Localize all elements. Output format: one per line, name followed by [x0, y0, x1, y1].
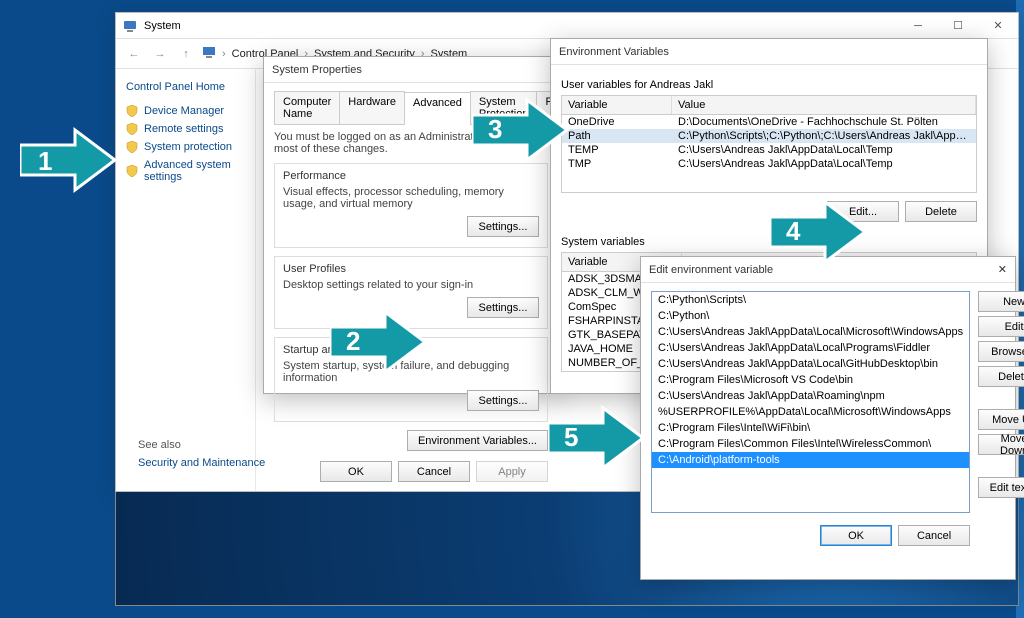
- sidebar-item-device-manager[interactable]: Device Manager: [126, 105, 245, 117]
- callout-arrow-5: 5: [548, 398, 648, 478]
- env-variables-button[interactable]: Environment Variables...: [407, 430, 548, 451]
- user-vars-list[interactable]: OneDriveD:\Documents\OneDrive - Fachhoch…: [561, 115, 977, 193]
- dialog-title: Environment Variables: [551, 39, 987, 65]
- shield-icon: [126, 123, 138, 135]
- sidebar-item-advanced-settings[interactable]: Advanced system settings: [126, 159, 245, 183]
- path-list[interactable]: C:\Python\Scripts\ C:\Python\ C:\Users\A…: [651, 291, 970, 513]
- list-item-selected: C:\Android\platform-tools: [652, 452, 969, 468]
- list-item: C:\Users\Andreas Jakl\AppData\Local\Prog…: [652, 340, 969, 356]
- apply-button[interactable]: Apply: [476, 461, 548, 482]
- new-button[interactable]: New: [978, 291, 1024, 312]
- profiles-settings-button[interactable]: Settings...: [467, 297, 539, 318]
- up-button[interactable]: ↑: [176, 44, 196, 64]
- list-row: OneDriveD:\Documents\OneDrive - Fachhoch…: [562, 115, 976, 129]
- group-performance: Performance Visual effects, processor sc…: [274, 163, 548, 248]
- cancel-button[interactable]: Cancel: [398, 461, 470, 482]
- list-row: TMPC:\Users\Andreas Jakl\AppData\Local\T…: [562, 157, 976, 171]
- list-row-selected: PathC:\Python\Scripts\;C:\Python\;C:\Use…: [562, 129, 976, 143]
- delete-button[interactable]: Delete: [978, 366, 1024, 387]
- see-also: See also Security and Maintenance: [138, 439, 265, 469]
- forward-button[interactable]: →: [150, 44, 170, 64]
- system-icon: [122, 18, 138, 34]
- ok-button[interactable]: OK: [320, 461, 392, 482]
- movedown-button[interactable]: Move Down: [978, 434, 1024, 455]
- moveup-button[interactable]: Move Up: [978, 409, 1024, 430]
- see-also-link[interactable]: Security and Maintenance: [138, 457, 265, 469]
- callout-arrow-3: 3: [472, 90, 572, 170]
- shield-icon: [126, 165, 138, 177]
- tab-hardware[interactable]: Hardware: [339, 91, 405, 124]
- sidebar: Control Panel Home Device Manager Remote…: [116, 69, 256, 491]
- list-item: %USERPROFILE%\AppData\Local\Microsoft\Wi…: [652, 404, 969, 420]
- maximize-button[interactable]: ☐: [938, 13, 978, 39]
- perf-settings-button[interactable]: Settings...: [467, 216, 539, 237]
- list-item: C:\Users\Andreas Jakl\AppData\Local\Micr…: [652, 324, 969, 340]
- sidebar-item-system-protection[interactable]: System protection: [126, 141, 245, 153]
- user-list-header[interactable]: Variable Value: [561, 95, 977, 115]
- sidebar-home[interactable]: Control Panel Home: [126, 81, 245, 93]
- back-button[interactable]: ←: [124, 44, 144, 64]
- list-item: C:\Program Files\Intel\WiFi\bin\: [652, 420, 969, 436]
- callout-arrow-2: 2: [330, 302, 430, 382]
- startup-settings-button[interactable]: Settings...: [467, 390, 539, 411]
- sidebar-item-remote-settings[interactable]: Remote settings: [126, 123, 245, 135]
- shield-icon: [126, 105, 138, 117]
- ok-button[interactable]: OK: [820, 525, 892, 546]
- list-item: C:\Users\Andreas Jakl\AppData\Roaming\np…: [652, 388, 969, 404]
- list-item: C:\Python\: [652, 308, 969, 324]
- edit-button[interactable]: Edit: [978, 316, 1024, 337]
- close-button[interactable]: ✕: [978, 13, 1018, 39]
- list-row: TEMPC:\Users\Andreas Jakl\AppData\Local\…: [562, 143, 976, 157]
- shield-icon: [126, 141, 138, 153]
- user-vars-label: User variables for Andreas Jakl: [561, 79, 977, 91]
- edittext-button[interactable]: Edit text...: [978, 477, 1024, 498]
- tab-computer-name[interactable]: Computer Name: [274, 91, 340, 124]
- minimize-button[interactable]: ─: [898, 13, 938, 39]
- list-item: C:\Program Files\Microsoft VS Code\bin: [652, 372, 969, 388]
- callout-arrow-1: 1: [20, 120, 120, 200]
- titlebar: System ─ ☐ ✕: [116, 13, 1018, 39]
- browse-button[interactable]: Browse...: [978, 341, 1024, 362]
- edit-env-dialog: Edit environment variable ✕ C:\Python\Sc…: [640, 256, 1016, 580]
- callout-arrow-4: 4: [770, 192, 870, 272]
- cancel-button[interactable]: Cancel: [898, 525, 970, 546]
- user-delete-button[interactable]: Delete: [905, 201, 977, 222]
- pc-icon: [202, 45, 216, 62]
- list-item: C:\Users\Andreas Jakl\AppData\Local\GitH…: [652, 356, 969, 372]
- sys-vars-label: System variables: [561, 236, 977, 248]
- tab-advanced[interactable]: Advanced: [404, 92, 471, 125]
- window-title: System: [144, 20, 181, 32]
- dialog-title: System Properties: [264, 57, 558, 83]
- close-icon[interactable]: ✕: [998, 263, 1007, 276]
- list-item: C:\Python\Scripts\: [652, 292, 969, 308]
- list-item: C:\Program Files\Common Files\Intel\Wire…: [652, 436, 969, 452]
